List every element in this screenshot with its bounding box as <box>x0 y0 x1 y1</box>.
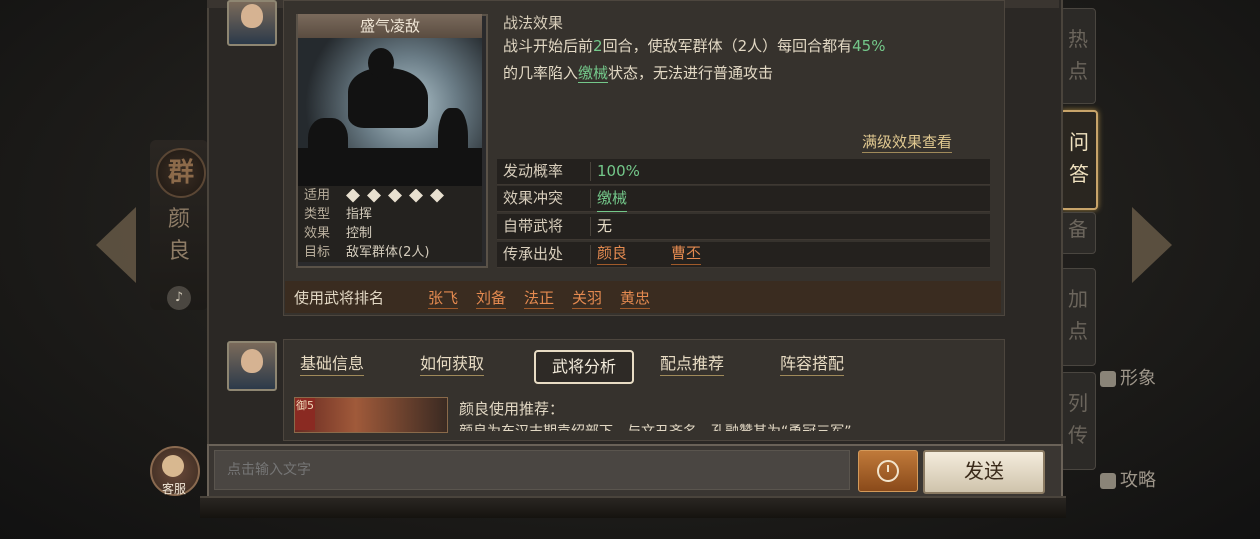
troop-cost-badge: 御5 <box>295 398 315 430</box>
tab-point-recommend[interactable]: 配点推荐 <box>660 353 725 376</box>
skill-attr-effect: 效果 控制 <box>298 224 482 243</box>
faction-badge: 群 <box>156 148 206 198</box>
tab-qa[interactable]: 问答 <box>1060 110 1098 210</box>
recommend-text: 颜良为东汉末期袁绍部下，与文丑齐名，孔融赞其为“勇冠三军” <box>459 421 959 431</box>
stat-row-inherit: 传承出处 颜良 曹丕 <box>497 242 990 268</box>
person-icon <box>1100 371 1116 387</box>
generals-ranking-label: 使用武将排名 <box>294 289 385 307</box>
avatar <box>227 0 277 46</box>
tab-equip[interactable]: 备 <box>1060 212 1096 254</box>
spear-icon <box>409 188 423 203</box>
clock-icon <box>877 460 899 482</box>
skill-section-heading: 战法效果 <box>503 14 564 32</box>
status-link[interactable]: 缴械 <box>578 64 609 83</box>
image-link[interactable]: 形象 <box>1100 364 1156 390</box>
tab-how-to-obtain[interactable]: 如何获取 <box>420 353 485 376</box>
general-link[interactable]: 关羽 <box>572 287 603 309</box>
next-hero-arrow-icon[interactable] <box>1132 207 1172 283</box>
stat-row-conflict: 效果冲突 缴械 <box>497 186 990 212</box>
skill-attr-units: 适用 <box>298 186 482 205</box>
guide-link[interactable]: 攻略 <box>1100 466 1156 492</box>
siege-icon <box>430 188 444 203</box>
inherit-general-1[interactable]: 颜良 <box>597 242 628 265</box>
skill-artwork <box>298 38 482 186</box>
skill-attr-target: 目标 敌军群体(2人) <box>298 243 482 262</box>
customer-service-icon <box>162 455 184 477</box>
tab-general-analysis[interactable]: 武将分析 <box>534 350 634 384</box>
panel-bottom-trim <box>200 496 1066 518</box>
chat-input[interactable] <box>214 450 850 490</box>
tab-basic-info[interactable]: 基础信息 <box>300 353 365 376</box>
stat-row-trigger: 发动概率 100% <box>497 159 990 185</box>
skill-title: 盛气凌敌 <box>298 14 482 38</box>
stat-row-owner: 自带武将无 <box>497 214 990 240</box>
hero-name: 颜良 <box>167 207 190 264</box>
skill-description-line2: 的几率陷入缴械状态，无法进行普通攻击 <box>503 64 774 83</box>
history-button[interactable] <box>858 450 918 492</box>
skill-attr-type: 类型 指挥 <box>298 205 482 224</box>
view-max-effect-link[interactable]: 满级效果查看 <box>862 131 953 153</box>
skill-description-line1: 战斗开始后前2回合，使敌军群体（2人）每回合都有45% <box>503 37 886 55</box>
hero-mini-card[interactable] <box>294 397 448 433</box>
prev-hero-arrow-icon[interactable] <box>96 207 136 283</box>
recommend-title: 颜良使用推荐： <box>459 400 565 418</box>
cavalry-icon <box>346 188 360 203</box>
book-icon <box>1100 473 1116 489</box>
customer-service-label: 客服 <box>161 482 186 496</box>
speaker-icon[interactable]: ♪ <box>167 286 191 310</box>
tab-team-lineup[interactable]: 阵容搭配 <box>780 353 845 376</box>
inherit-general-2[interactable]: 曹丕 <box>671 242 702 265</box>
tab-points[interactable]: 加点 <box>1060 268 1096 366</box>
general-link[interactable]: 法正 <box>524 287 555 309</box>
archer-icon <box>388 188 402 203</box>
tab-hot[interactable]: 热点 <box>1060 8 1096 104</box>
avatar <box>227 341 277 391</box>
general-link[interactable]: 刘备 <box>476 287 507 309</box>
tab-biography[interactable]: 列传 <box>1060 372 1096 470</box>
general-link[interactable]: 黄忠 <box>620 287 651 309</box>
general-link[interactable]: 张飞 <box>428 287 459 309</box>
shield-icon <box>367 188 381 203</box>
send-button[interactable]: 发送 <box>923 450 1045 494</box>
